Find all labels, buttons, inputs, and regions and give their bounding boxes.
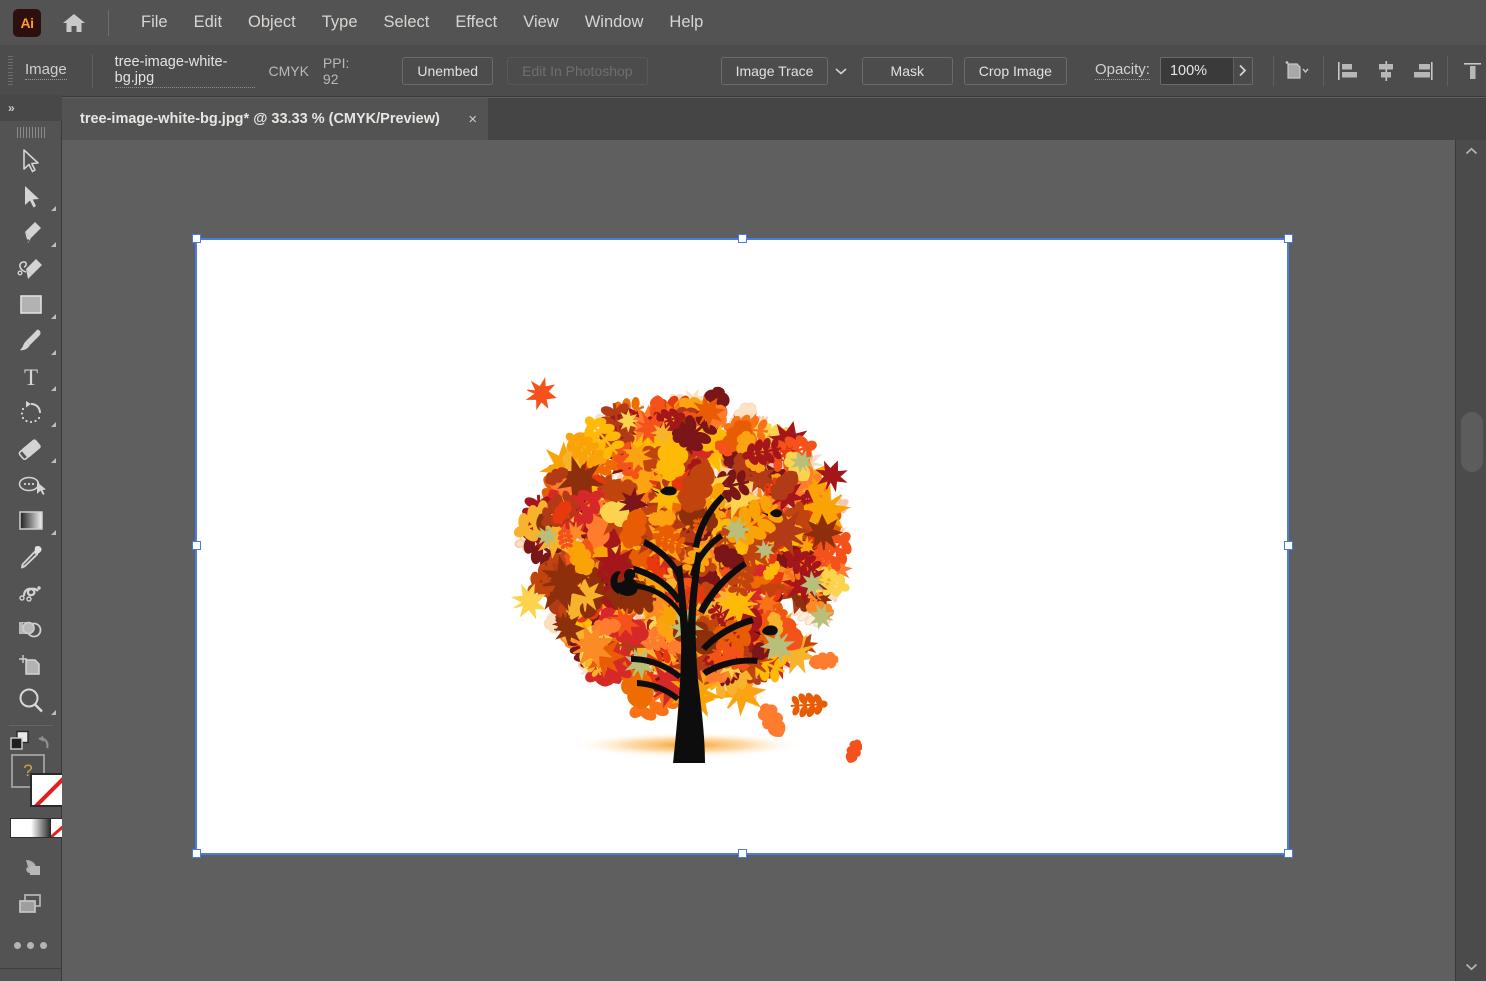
align-right-icon[interactable] [1410,56,1438,86]
opacity-input[interactable] [1161,58,1233,84]
width-tool[interactable] [0,575,62,611]
control-bar-drag-handle[interactable] [8,54,13,88]
tool-flyout-indicator [51,710,56,715]
menu-divider [108,10,109,36]
pen-tool[interactable] [0,215,62,251]
stroke-swatch[interactable] [30,773,64,807]
tools-panel: » T [0,95,62,981]
chevron-down-icon[interactable] [1456,955,1486,977]
document-tab-label: tree-image-white-bg.jpg* @ 33.33 % (CMYK… [80,111,440,127]
default-fill-stroke-icon[interactable] [30,732,54,754]
menu-item-object[interactable]: Object [237,9,307,36]
selection-tool[interactable] [0,143,62,179]
gradient-mode-button[interactable] [31,819,51,837]
mask-button[interactable]: Mask [862,57,953,85]
illustrator-logo[interactable]: Ai [13,9,41,37]
control-divider-3 [1323,56,1324,86]
lasso-tool[interactable] [0,467,62,503]
opacity-label[interactable]: Opacity: [1095,61,1150,80]
tool-flyout-indicator [51,422,56,427]
chevron-right-icon[interactable] [1233,58,1252,84]
rotate-tool[interactable] [0,395,62,431]
edit-in-photoshop-button: Edit In Photoshop [507,57,648,85]
selection-handle-top-center[interactable] [738,234,747,243]
tool-flyout-indicator [51,458,56,463]
control-divider-1 [92,54,93,88]
direct-selection-tool[interactable] [0,179,62,215]
selection-type-label: Image [25,61,67,80]
tools-bottom-divider [0,968,62,969]
color-mode-label: CMYK [268,63,308,79]
menu-item-edit[interactable]: Edit [183,9,233,36]
tool-flyout-indicator [51,314,56,319]
svg-text:T: T [24,365,38,390]
zoom-tool[interactable] [0,683,62,719]
selection-handle-middle-right[interactable] [1284,541,1293,550]
menu-bar: Ai File Edit Object Type Select Effect V… [0,0,1486,45]
tools-panel-drag-handle[interactable] [0,121,61,143]
document-tab-bar: tree-image-white-bg.jpg* @ 33.33 % (CMYK… [62,98,1486,140]
crop-image-button[interactable]: Crop Image [964,57,1067,85]
control-bar: Image tree-image-white-bg.jpg CMYK PPI: … [0,45,1486,97]
close-icon[interactable]: × [458,98,488,140]
menu-items: File Edit Object Type Select Effect View… [126,9,714,36]
edit-toolbar-button[interactable] [0,922,61,968]
menu-item-file[interactable]: File [130,9,179,36]
opacity-control[interactable] [1160,57,1253,85]
control-divider-4 [1447,56,1448,86]
screen-mode-button[interactable] [0,886,62,922]
unembed-button[interactable]: Unembed [402,57,493,85]
eyedropper-tool[interactable] [0,539,62,575]
tools-divider [9,725,53,726]
menu-item-help[interactable]: Help [658,9,714,36]
align-top-icon[interactable] [1458,56,1486,86]
tool-flyout-indicator [51,206,56,211]
tool-flyout-indicator [51,242,56,247]
shape-builder-tool[interactable] [0,611,62,647]
autumn-tree-illustration[interactable] [502,375,862,765]
selection-handle-bottom-left[interactable] [192,849,201,858]
artboard-options-icon[interactable] [1283,56,1311,86]
linked-file-name[interactable]: tree-image-white-bg.jpg [115,54,256,88]
ppi-label: PPI: 92 [323,55,365,87]
selection-handle-bottom-right[interactable] [1284,849,1293,858]
paintbrush-tool[interactable] [0,323,62,359]
menu-item-window[interactable]: Window [574,9,655,36]
menu-item-view[interactable]: View [512,9,569,36]
none-slash-icon [32,774,64,807]
home-icon[interactable] [59,8,89,38]
selection-handle-top-left[interactable] [192,234,201,243]
image-trace-button[interactable]: Image Trace [721,57,829,85]
menu-item-select[interactable]: Select [373,9,441,36]
eraser-tool[interactable] [0,431,62,467]
document-tab[interactable]: tree-image-white-bg.jpg* @ 33.33 % (CMYK… [62,98,488,140]
menu-item-effect[interactable]: Effect [444,9,508,36]
vertical-scrollbar[interactable] [1455,140,1486,981]
selection-handle-bottom-center[interactable] [738,849,747,858]
fill-stroke-cluster: ? [0,732,62,850]
artboard-tool[interactable] [0,647,62,683]
canvas-workspace[interactable] [62,140,1455,981]
canvas-right-gutter [1438,140,1455,981]
align-left-icon[interactable] [1334,56,1362,86]
collapse-tools-button[interactable]: » [0,95,62,121]
draw-mode-button[interactable] [0,850,62,886]
scrollbar-thumb[interactable] [1461,412,1483,472]
tool-flyout-indicator [51,386,56,391]
color-mode-button[interactable] [11,819,31,837]
curvature-tool[interactable] [0,251,62,287]
align-horizontal-center-icon[interactable] [1372,56,1400,86]
type-tool[interactable]: T [0,359,62,395]
chevron-up-icon[interactable] [1456,140,1486,162]
tool-flyout-indicator [51,530,56,535]
tool-flyout-indicator [51,350,56,355]
selection-handle-middle-left[interactable] [192,541,201,550]
rectangle-tool[interactable] [0,287,62,323]
gradient-tool[interactable] [0,503,62,539]
control-divider-2 [1273,56,1274,86]
chevron-down-icon[interactable] [830,57,850,85]
selection-handle-top-right[interactable] [1284,234,1293,243]
menu-item-type[interactable]: Type [311,9,369,36]
